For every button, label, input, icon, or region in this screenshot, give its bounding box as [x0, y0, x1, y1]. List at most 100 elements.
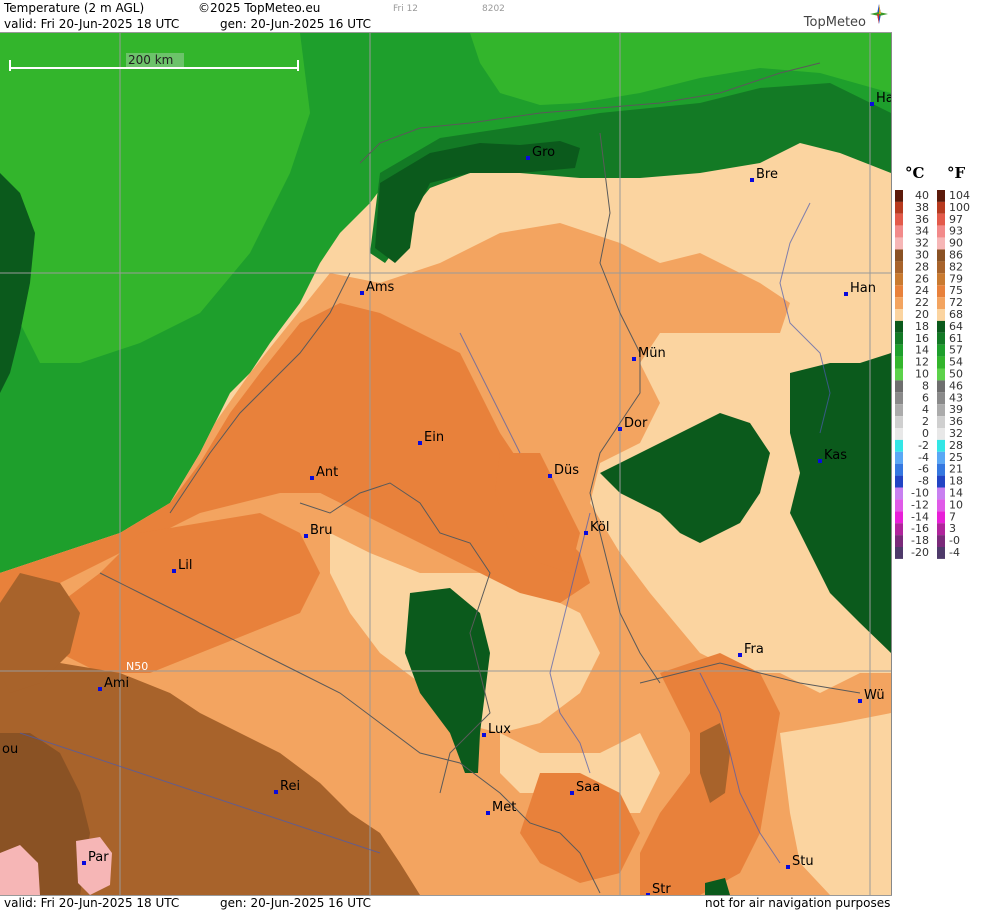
scale-bar-label: 200 km [128, 53, 173, 67]
generated-time: gen: 20-Jun-2025 16 UTC [220, 17, 372, 31]
celsius-unit-label: °C [905, 164, 925, 182]
city-label: Bru [310, 523, 333, 538]
legend-swatch-fahrenheit [937, 439, 945, 452]
legend-swatch-celsius [895, 535, 903, 547]
legend-swatch-fahrenheit [937, 273, 945, 286]
map-footer: valid: Fri 20-Jun-2025 18 UTC gen: 20-Ju… [0, 895, 892, 910]
city-dot [304, 534, 308, 538]
legend-swatch-fahrenheit [937, 499, 945, 512]
temperature-legend: °C °F 40 104 38 100 36 97 34 93 32 90 30 86 28 82 26 79… [893, 160, 983, 580]
city-label: Han [850, 281, 876, 296]
city-dot [482, 733, 486, 737]
city-label: Köl [590, 520, 609, 535]
map-header: Temperature (2 m AGL) ©2025 TopMeteo.eu … [0, 0, 892, 33]
legend-swatch-celsius [895, 463, 903, 476]
legend-swatch-fahrenheit [937, 201, 945, 214]
legend-swatch-fahrenheit [937, 463, 945, 476]
legend-swatch-fahrenheit [937, 237, 945, 250]
map-canvas: 200 km N50 Gro Bre Ha Ams Han Mün Dor Ein Kas Ant… [0, 33, 891, 895]
latitude-label: N50 [126, 660, 148, 673]
city-label: Mün [638, 346, 666, 361]
legend-swatch-celsius [895, 261, 903, 274]
legend-swatch-celsius [895, 439, 903, 452]
fahrenheit-unit-label: °F [947, 164, 966, 182]
legend-swatch-fahrenheit [937, 392, 945, 405]
legend-swatch-celsius [895, 213, 903, 226]
legend-swatch-fahrenheit [937, 344, 945, 357]
legend-swatch-fahrenheit [937, 320, 945, 333]
legend-swatch-fahrenheit [937, 487, 945, 500]
city-marker: Ams [360, 280, 395, 295]
legend-swatch-celsius [895, 190, 903, 202]
legend-swatch-fahrenheit [937, 451, 945, 464]
legend-swatch-celsius [895, 273, 903, 286]
legend-swatch-fahrenheit [937, 380, 945, 393]
legend-fahrenheit-value: -4 [949, 546, 960, 559]
city-label: Kas [824, 448, 847, 463]
legend-swatch-celsius [895, 356, 903, 369]
legend-swatch-fahrenheit [937, 225, 945, 238]
city-label: Düs [554, 463, 579, 478]
city-label: Gro [532, 145, 555, 160]
city-dot [750, 178, 754, 182]
legend-swatch-fahrenheit [937, 475, 945, 488]
legend-swatch-celsius [895, 237, 903, 250]
city-label: Ha [876, 91, 891, 106]
legend-swatch-celsius [895, 404, 903, 417]
legend-swatch-celsius [895, 249, 903, 262]
city-label: Rei [280, 779, 300, 794]
legend-swatch-fahrenheit [937, 213, 945, 226]
city-dot [486, 811, 490, 815]
legend-swatch-fahrenheit [937, 404, 945, 417]
city-label: Wü [864, 688, 885, 703]
legend-swatch-fahrenheit [937, 285, 945, 298]
map-title: Temperature (2 m AGL) [4, 1, 145, 15]
valid-time: valid: Fri 20-Jun-2025 18 UTC [4, 17, 180, 31]
city-label: Bre [756, 167, 778, 182]
city-dot [870, 102, 874, 106]
run-code-label: 8202 [482, 4, 505, 14]
temperature-map[interactable]: 200 km N50 Gro Bre Ha Ams Han Mün Dor Ein Kas Ant… [0, 33, 892, 895]
forecast-step-label: Fri 12 [393, 4, 419, 14]
city-marker: Mün [632, 346, 666, 361]
city-label: Str [652, 882, 671, 895]
city-label: Stu [792, 854, 814, 869]
legend-swatch-fahrenheit [937, 523, 945, 536]
legend-swatch-fahrenheit [937, 368, 945, 381]
city-dot [738, 653, 742, 657]
city-dot [274, 790, 278, 794]
legend-swatch-fahrenheit [937, 332, 945, 345]
legend-swatch-fahrenheit [937, 535, 945, 547]
city-label: Met [492, 800, 516, 815]
city-label: Lux [488, 722, 511, 737]
city-dot [844, 292, 848, 296]
topmeteo-logo: TopMeteo [796, 2, 888, 30]
legend-swatch-celsius [895, 499, 903, 512]
legend-swatch-celsius [895, 332, 903, 345]
legend-swatch-celsius [895, 392, 903, 405]
legend-swatch-fahrenheit [937, 249, 945, 262]
legend-swatch-fahrenheit [937, 309, 945, 321]
legend-swatch-fahrenheit [937, 190, 945, 202]
legend-celsius-value: -20 [911, 546, 929, 559]
city-dot [858, 699, 862, 703]
logo-text: TopMeteo [803, 15, 866, 30]
city-dot [310, 476, 314, 480]
city-dot [618, 427, 622, 431]
legend-swatch-fahrenheit [937, 511, 945, 524]
city-dot [584, 531, 588, 535]
city-label: Lil [178, 558, 192, 573]
legend-swatch-fahrenheit [937, 416, 945, 428]
legend-swatch-fahrenheit [937, 547, 945, 559]
legend-swatch-celsius [895, 523, 903, 536]
city-label: Ein [424, 430, 444, 445]
legend-swatch-celsius [895, 380, 903, 393]
city-dot [786, 865, 790, 869]
city-dot [360, 291, 364, 295]
legend-swatch-celsius [895, 368, 903, 381]
legend-swatch-celsius [895, 475, 903, 488]
legend-swatch-celsius [895, 416, 903, 428]
legend-swatch-fahrenheit [937, 297, 945, 309]
legend-swatch-celsius [895, 344, 903, 357]
legend-swatch-celsius [895, 309, 903, 321]
